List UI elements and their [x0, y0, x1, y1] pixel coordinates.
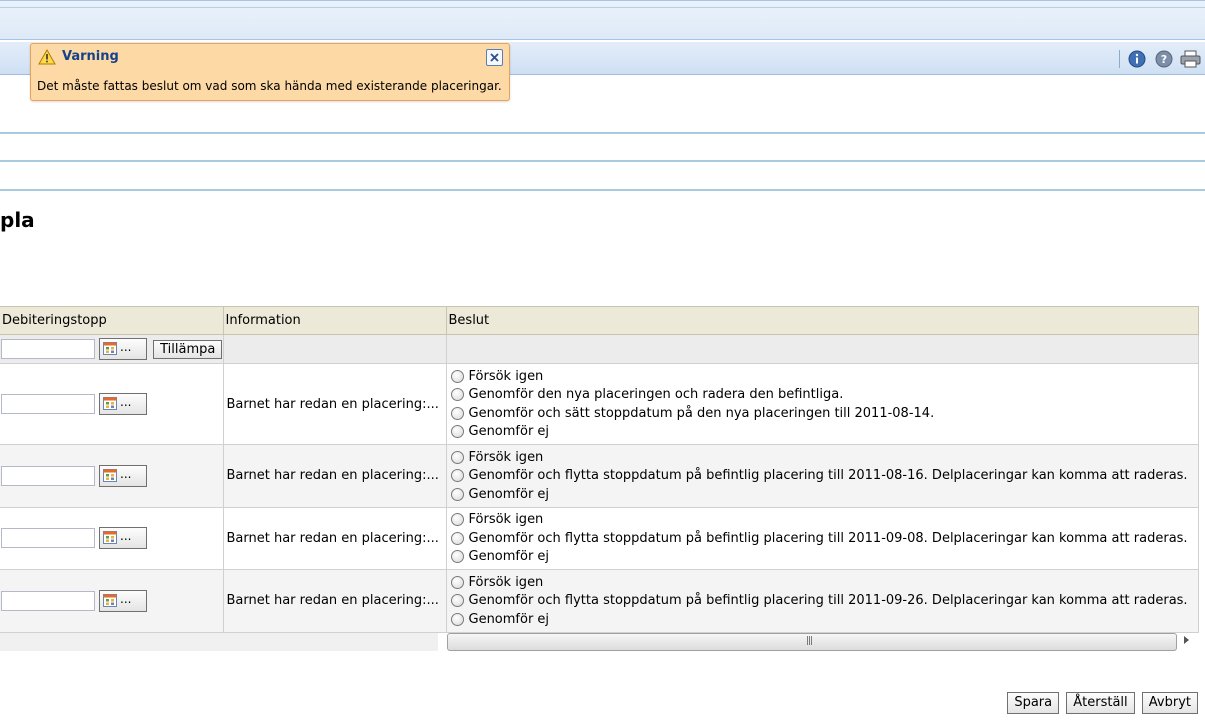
table-row: ... Barnet har redan en placering:... Fö… — [0, 569, 1199, 633]
close-icon[interactable] — [486, 49, 503, 66]
save-button[interactable]: Spara — [1007, 692, 1060, 714]
table-row: ... Barnet har redan en placering:... Fö… — [0, 506, 1199, 570]
calendar-button[interactable]: ... — [99, 393, 147, 415]
radio-button[interactable] — [450, 425, 464, 439]
option-retry[interactable]: Försök igen — [447, 511, 1198, 530]
radio-button[interactable] — [450, 406, 464, 420]
calendar-icon — [103, 397, 117, 410]
warning-message: Det måste fattas beslut om vad som ska h… — [37, 79, 502, 93]
radio-button[interactable] — [450, 450, 464, 464]
option-replace[interactable]: Genomför den nya placeringen och radera … — [447, 386, 1198, 405]
radio-button[interactable] — [450, 369, 464, 383]
reset-button[interactable]: Återställ — [1066, 692, 1135, 714]
calendar-icon — [103, 531, 117, 545]
scrollbar-track — [0, 633, 438, 651]
grip-icon: ||| — [806, 636, 813, 646]
scroll-right-icon[interactable] — [1184, 636, 1189, 644]
print-icon[interactable] — [1180, 50, 1201, 68]
toolbar-separator — [1119, 50, 1120, 68]
svg-text:?: ? — [1161, 53, 1167, 66]
info-icon[interactable] — [1128, 50, 1146, 68]
radio-button[interactable] — [450, 469, 464, 483]
information-cell[interactable]: Barnet har redan en placering:... — [222, 363, 447, 445]
table-row: ... Barnet har redan en placering:... Fö… — [0, 363, 1199, 445]
radio-button[interactable] — [450, 388, 464, 402]
date-input[interactable] — [1, 528, 95, 549]
information-cell[interactable]: Barnet har redan en placering:... — [222, 444, 447, 508]
calendar-button[interactable]: ... — [99, 338, 147, 360]
option-do-not[interactable]: Genomför ej — [447, 485, 1198, 504]
information-cell[interactable]: Barnet har redan en placering:... — [222, 506, 447, 570]
option-do-not[interactable]: Genomför ej — [447, 610, 1198, 629]
divider — [0, 189, 1205, 191]
option-retry[interactable]: Försök igen — [447, 367, 1198, 386]
filter-row: ... Tillämpa — [0, 334, 1199, 364]
calendar-icon — [103, 342, 117, 355]
information-cell[interactable]: Barnet har redan en placering:... — [222, 569, 447, 633]
divider — [0, 160, 1205, 162]
calendar-button[interactable]: ... — [99, 589, 147, 612]
divider — [0, 132, 1205, 134]
option-set-stop-date[interactable]: Genomför och sätt stoppdatum på den nya … — [447, 404, 1198, 423]
date-input[interactable] — [1, 394, 95, 414]
filter-date-input[interactable] — [1, 339, 95, 359]
radio-button[interactable] — [450, 612, 464, 626]
column-header-debitering[interactable]: Debiteringstopp — [0, 306, 224, 335]
date-input[interactable] — [1, 590, 95, 611]
option-retry[interactable]: Försök igen — [447, 448, 1198, 467]
radio-button[interactable] — [450, 531, 464, 545]
calendar-icon — [103, 468, 117, 482]
column-header-information[interactable]: Information — [222, 306, 447, 335]
calendar-icon — [103, 593, 117, 607]
calendar-button[interactable]: ... — [99, 527, 147, 550]
page-title: pla — [0, 208, 35, 232]
radio-button[interactable] — [450, 594, 464, 608]
radio-button[interactable] — [450, 513, 464, 527]
option-move-stop-date[interactable]: Genomför och flytta stoppdatum på befint… — [447, 592, 1198, 611]
radio-button[interactable] — [450, 575, 464, 589]
cancel-button[interactable]: Avbryt — [1141, 692, 1198, 714]
radio-button[interactable] — [450, 487, 464, 501]
column-header-beslut[interactable]: Beslut — [445, 306, 1199, 335]
date-input[interactable] — [1, 465, 95, 486]
apply-button[interactable]: Tillämpa — [153, 339, 223, 359]
table-row: ... Barnet har redan en placering:... Fö… — [0, 444, 1199, 508]
option-move-stop-date[interactable]: Genomför och flytta stoppdatum på befint… — [447, 529, 1198, 548]
option-retry[interactable]: Försök igen — [447, 573, 1198, 592]
option-do-not[interactable]: Genomför ej — [447, 548, 1198, 567]
decision-grid: Debiteringstopp Information Beslut ... T… — [0, 306, 1199, 633]
option-move-stop-date[interactable]: Genomför och flytta stoppdatum på befint… — [447, 467, 1198, 486]
calendar-button[interactable]: ... — [99, 464, 147, 487]
warning-popup: Varning Det måste fattas beslut om vad s… — [30, 43, 510, 101]
warning-title: Varning — [62, 49, 119, 64]
option-do-not[interactable]: Genomför ej — [447, 423, 1198, 442]
warning-icon — [38, 49, 56, 65]
horizontal-scrollbar[interactable]: ||| — [447, 632, 1197, 651]
radio-button[interactable] — [450, 550, 464, 564]
top-banner — [0, 0, 1205, 40]
help-icon[interactable]: ? — [1155, 50, 1173, 68]
scrollbar-thumb[interactable]: ||| — [447, 633, 1177, 651]
footer-buttons: Spara Återställ Avbryt — [1004, 692, 1198, 714]
